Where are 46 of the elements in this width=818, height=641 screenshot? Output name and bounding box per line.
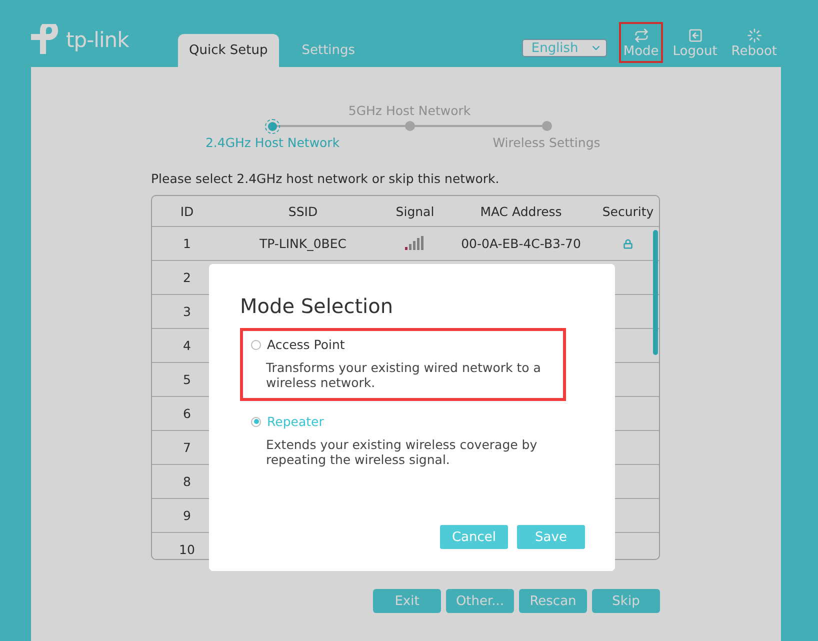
- swap-arrows-icon: [634, 28, 649, 43]
- mode-radio-option[interactable]: Access Point: [251, 337, 345, 352]
- instruction-text: Please select 2.4GHz host network or skip this network.: [151, 171, 500, 186]
- action-button[interactable]: Other...: [446, 589, 514, 613]
- table-cell-text: 1: [182, 236, 192, 251]
- column-header: MAC Address: [479, 204, 563, 218]
- dialog-button[interactable]: Save: [517, 525, 585, 549]
- dialog-button[interactable]: Cancel: [440, 525, 508, 549]
- dialog-title: Mode Selection: [240, 294, 394, 318]
- table-cell-text: 10: [178, 542, 196, 557]
- table-cell-text: 00-0A-EB-4C-B3-70: [460, 236, 582, 251]
- step-label: 5GHz Host Network: [348, 102, 471, 118]
- table-cell-text: 4: [182, 338, 192, 353]
- logout-icon: [688, 28, 703, 43]
- scrollbar[interactable]: [653, 230, 658, 355]
- nav-tab[interactable]: Settings: [290, 34, 366, 67]
- table-cell-text: 2: [182, 270, 192, 285]
- option-description: Transforms your existing wired network to a wireless network.: [266, 360, 542, 390]
- table-cell-text: TP-LINK_0BEC: [258, 236, 348, 251]
- table-cell-text: 7: [182, 440, 192, 455]
- nav-tab[interactable]: Quick Setup: [178, 34, 279, 67]
- language-select[interactable]: English: [522, 39, 608, 57]
- table-cell-text: 9: [182, 508, 192, 523]
- table-cell-text: 3: [182, 304, 192, 319]
- step-label: 2.4GHz Host Network: [205, 134, 340, 150]
- column-header: SSID: [287, 204, 319, 218]
- logo-text: tp-link: [66, 28, 129, 52]
- header-nav-button[interactable]: Reboot: [727, 22, 781, 63]
- mode-radio-option[interactable]: Repeater: [251, 414, 324, 429]
- option-description: Extends your existing wireless coverage by repeating the wireless signal.: [266, 437, 538, 467]
- action-button[interactable]: Rescan: [519, 589, 587, 613]
- action-button[interactable]: Skip: [592, 589, 660, 613]
- table-cell-text: 8: [182, 474, 192, 489]
- signal-icon: [405, 236, 425, 252]
- radio-button[interactable]: [251, 416, 261, 426]
- column-header: Signal: [394, 204, 436, 218]
- column-header: Security: [601, 204, 655, 218]
- action-button[interactable]: Exit: [373, 589, 441, 613]
- table-cell-text: 6: [182, 406, 192, 421]
- column-header: ID: [179, 204, 195, 218]
- spinner-icon: [746, 28, 762, 43]
- header-nav-button[interactable]: Logout: [668, 22, 722, 63]
- radio-button[interactable]: [251, 340, 261, 350]
- step-label: Wireless Settings: [492, 134, 600, 150]
- header-nav-button[interactable]: Mode: [619, 22, 663, 63]
- table-cell-text: 5: [182, 372, 192, 387]
